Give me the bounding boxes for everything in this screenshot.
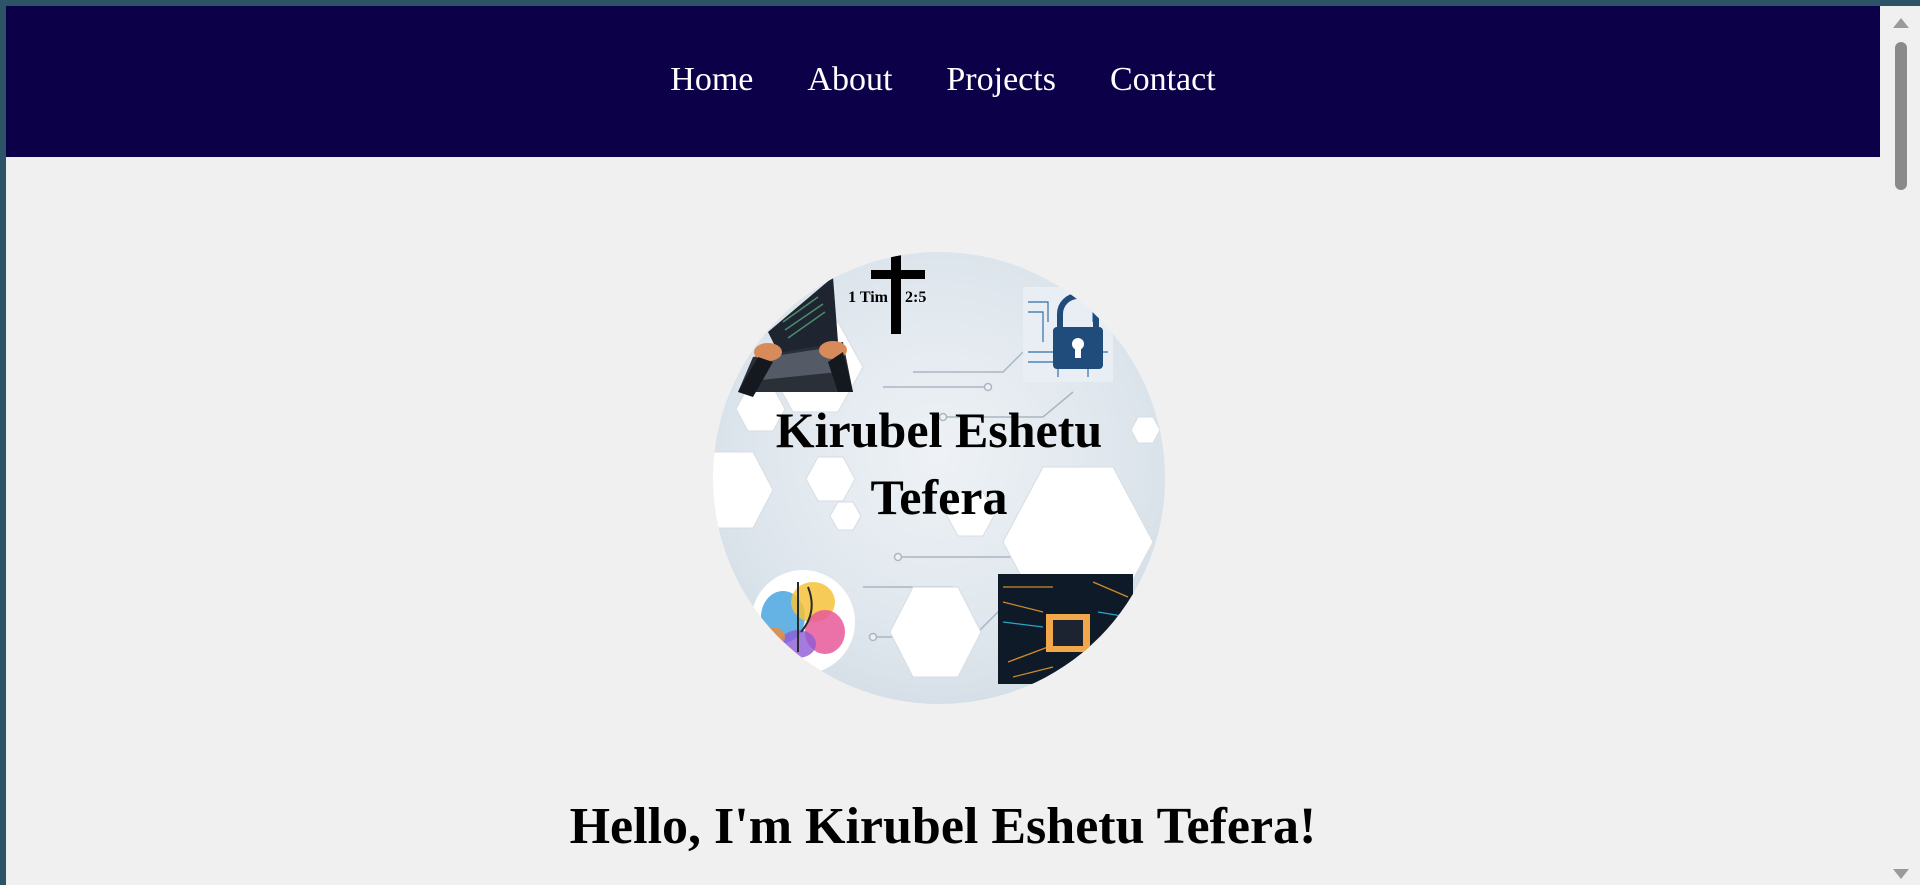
svg-text:1 Tim: 1 Tim [848, 289, 889, 306]
padlock-icon [1023, 287, 1113, 382]
profile-image: 1 Tim 2:5 Kirubel Eshetu Tefera [713, 252, 1165, 704]
circuit-chip-icon [998, 574, 1133, 684]
top-navbar: Home About Projects Contact [6, 6, 1880, 157]
hero-heading: Hello, I'm Kirubel Eshetu Tefera! [569, 798, 1317, 855]
svg-text:2:5: 2:5 [905, 289, 926, 306]
nav-links: Home About Projects Contact [643, 61, 1242, 99]
scroll-up-arrow-icon[interactable] [1893, 18, 1909, 28]
nav-link-about[interactable]: About [780, 61, 919, 99]
scroll-down-arrow-icon[interactable] [1893, 869, 1909, 879]
vertical-scrollbar[interactable] [1880, 6, 1920, 885]
brain-art-icon [751, 570, 855, 674]
profile-name-line1: Kirubel Eshetu [776, 402, 1102, 458]
scroll-thumb[interactable] [1895, 42, 1907, 190]
nav-link-home[interactable]: Home [643, 61, 780, 99]
nav-link-contact[interactable]: Contact [1083, 61, 1243, 99]
main-content: 1 Tim 2:5 Kirubel Eshetu Tefera Hello, I… [6, 157, 1880, 885]
profile-name-line2: Tefera [871, 469, 1008, 525]
laptop-icon [738, 277, 853, 397]
browser-viewport: Home About Projects Contact 1 Tim 2:5 Ki… [6, 6, 1920, 885]
nav-link-projects[interactable]: Projects [919, 61, 1083, 99]
